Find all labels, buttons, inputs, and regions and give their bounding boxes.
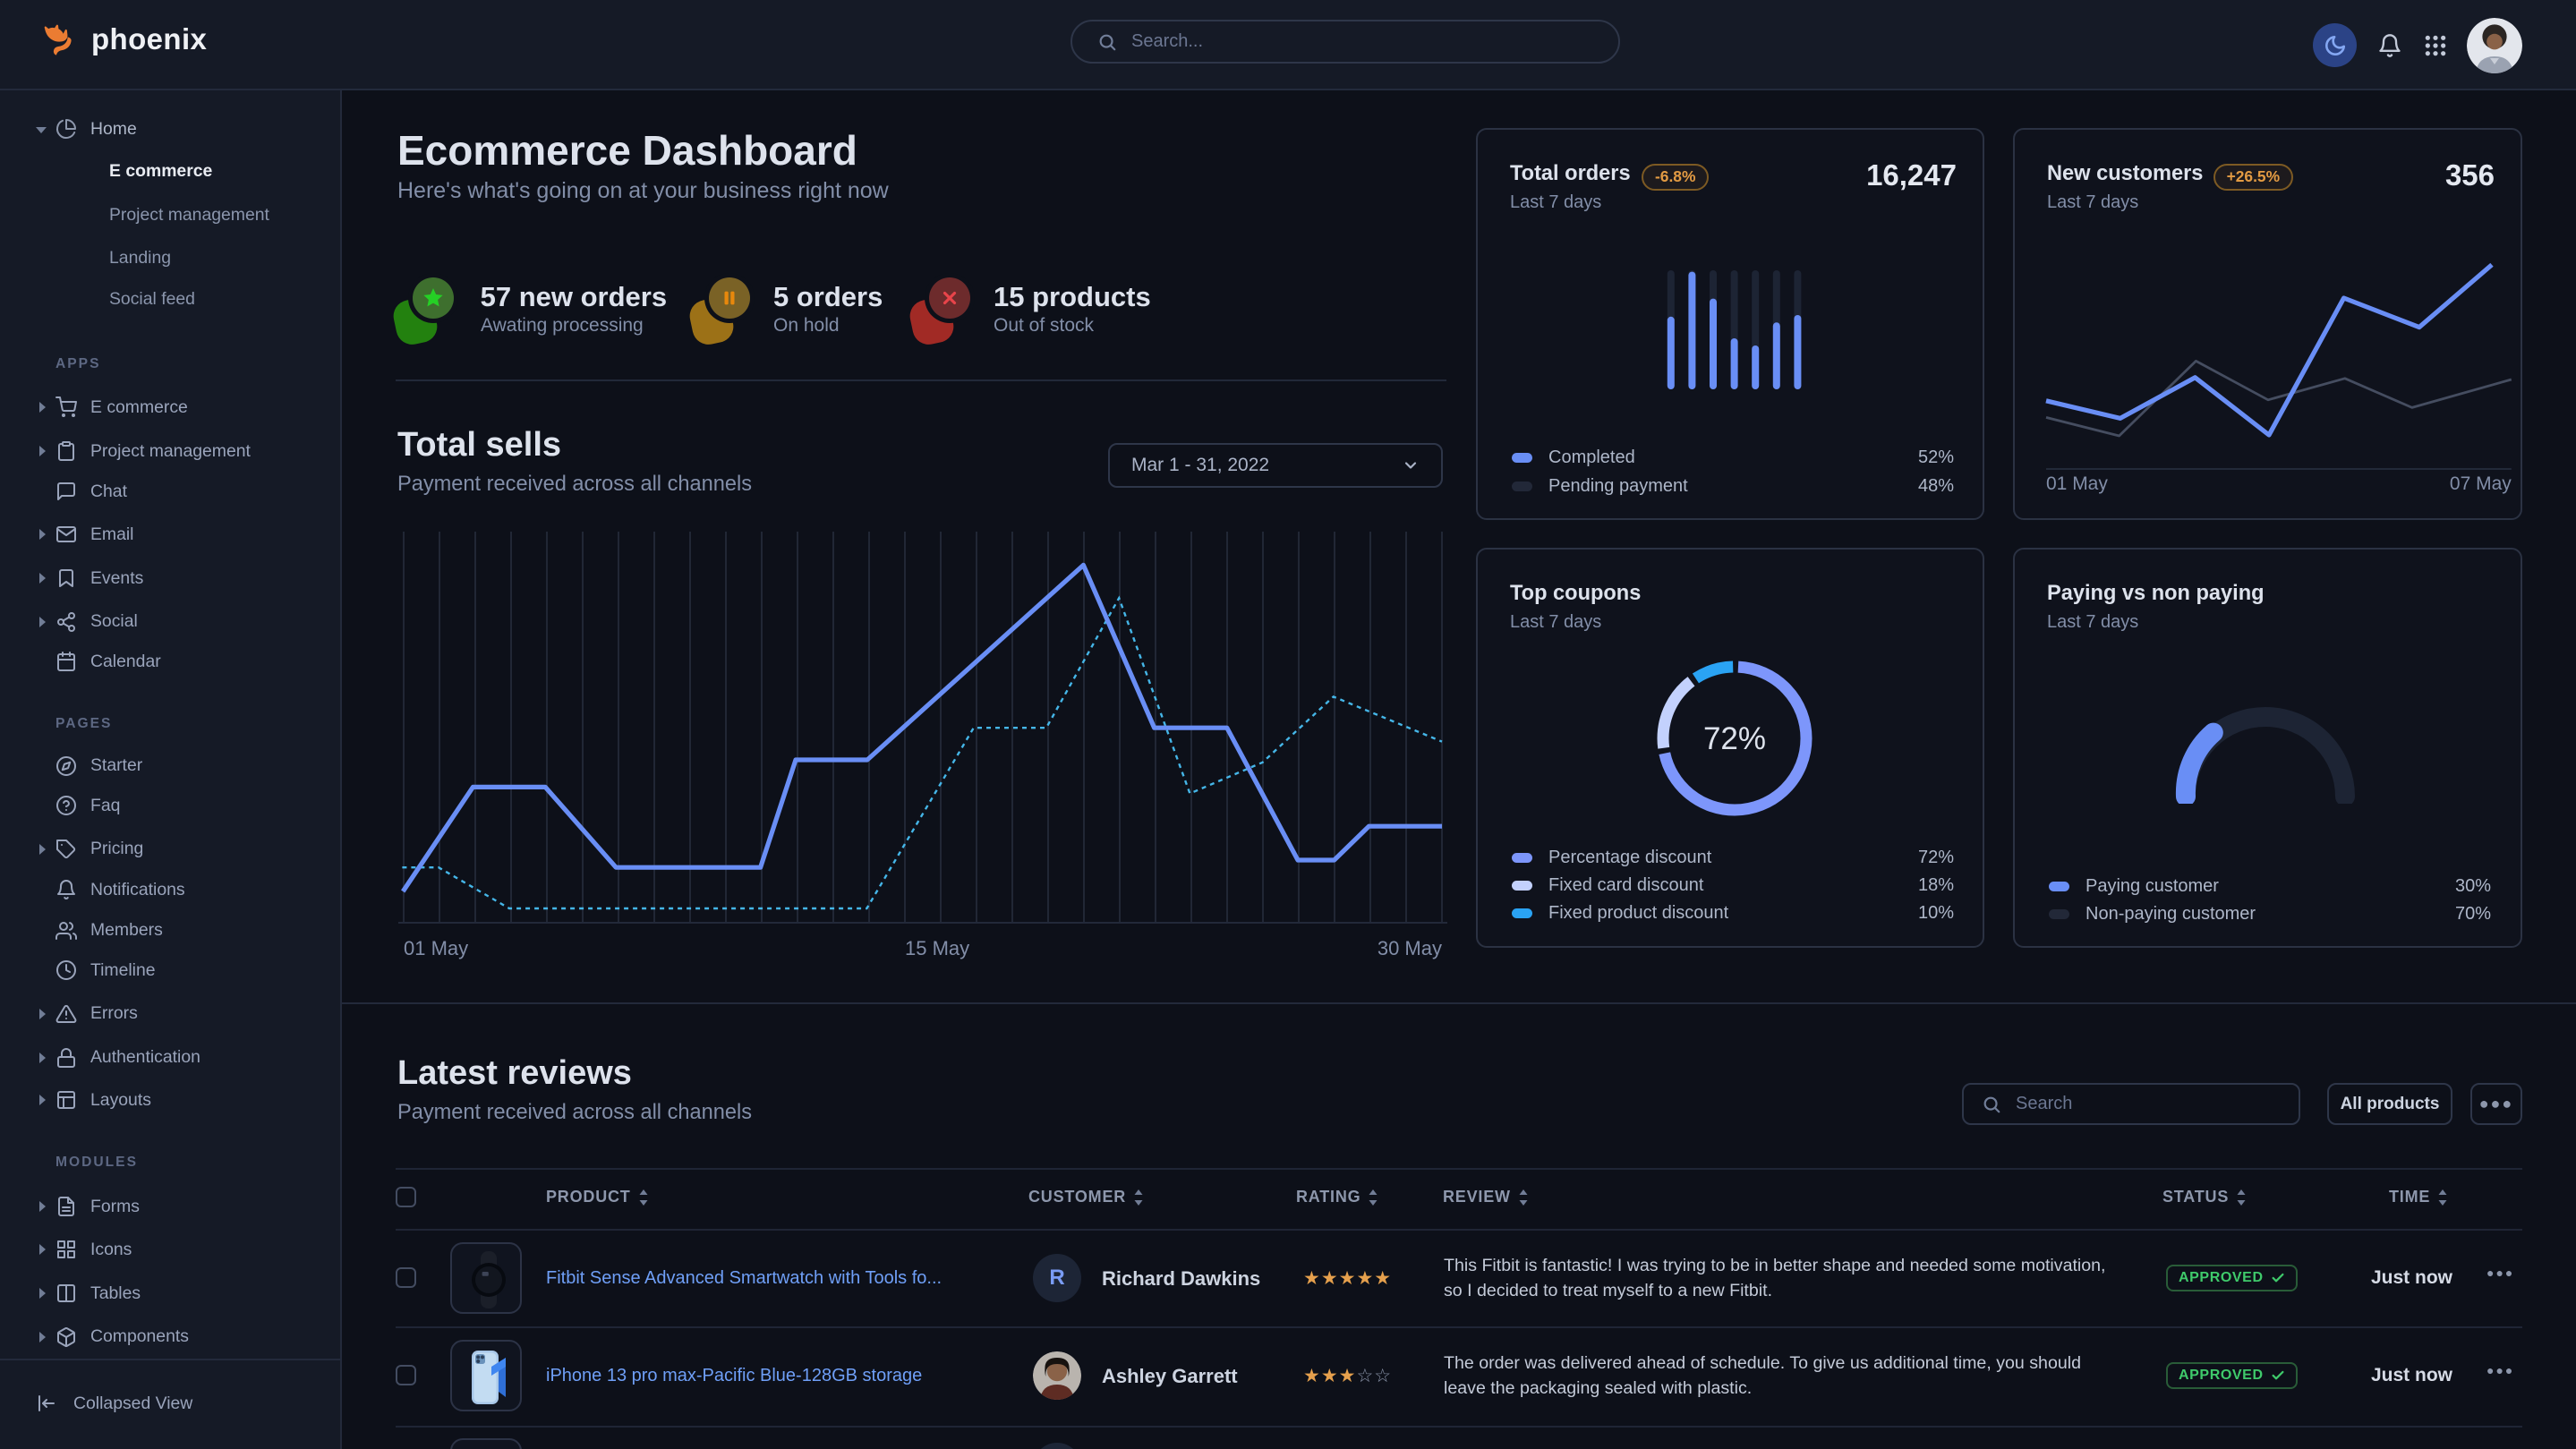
svg-text:15 May: 15 May bbox=[905, 937, 969, 959]
svg-text:01 May: 01 May bbox=[2046, 473, 2108, 494]
svg-text:72%: 72% bbox=[1703, 721, 1766, 756]
svg-text:07 May: 07 May bbox=[2450, 473, 2512, 494]
svg-text:30 May: 30 May bbox=[1378, 937, 1442, 959]
svg-text:01 May: 01 May bbox=[404, 937, 468, 959]
